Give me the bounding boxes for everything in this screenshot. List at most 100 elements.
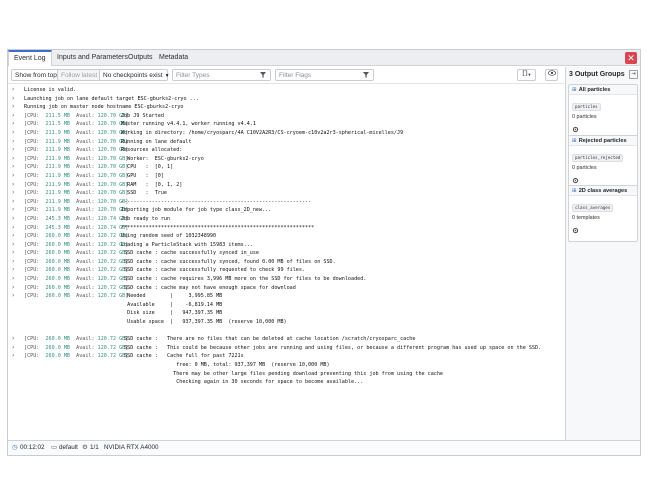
chevron-right-icon[interactable]: › [12, 172, 20, 180]
log-entry [8, 327, 564, 336]
chevron-down-icon: ▼ [527, 72, 532, 77]
output-group-title: 2D class averages [578, 188, 628, 194]
chevron-right-icon[interactable]: › [12, 249, 20, 257]
log-message: Master running v4.4.1, worker running v4… [121, 121, 256, 128]
chevron-right-icon[interactable]: › [12, 146, 20, 154]
log-resource-prefix: [CPU: 260.0 MB Avail: 120.72 GB] [24, 344, 129, 351]
log-resource-prefix: [CPU: 211.9 MB Avail: 120.70 GB] [24, 164, 129, 171]
gear-icon[interactable] [572, 126, 579, 133]
log-resource-prefix: [CPU: 211.9 MB Avail: 120.70 GB] [24, 190, 129, 197]
chevron-right-icon[interactable]: › [12, 258, 20, 266]
log-entry: › [CPU: 211.9 MB Avail: 120.70 GB] GPU : … [8, 172, 564, 181]
log-resource-prefix: [CPU: 260.0 MB Avail: 120.72 GB] [24, 353, 129, 360]
log-resource-prefix: [CPU: 260.0 MB Avail: 120.72 GB] [24, 293, 129, 300]
tab-inputs-and-parameters[interactable]: Inputs and Parameters [52, 50, 133, 66]
log-message: SSD cache : cache successfully requested… [121, 267, 306, 274]
log-entry: › [CPU: 260.0 MB Avail: 120.72 GB] SSD ca… [8, 258, 564, 267]
chevron-right-icon[interactable]: › [12, 155, 20, 163]
chevron-right-icon[interactable]: › [12, 344, 20, 352]
log-resource-prefix: [CPU: 260.0 MB Avail: 120.72 GB] [24, 336, 129, 343]
chevron-right-icon[interactable]: › [12, 163, 20, 171]
log-message: GPU : [0] [121, 172, 164, 179]
chevron-right-icon[interactable]: › [12, 103, 20, 111]
tab-metadata[interactable]: Metadata [154, 50, 193, 66]
log-entry: › Launching job on lane default target ES… [8, 95, 564, 104]
log-resource-prefix: [CPU: 211.9 MB Avail: 120.70 GB] [24, 147, 129, 154]
log-entry: › [CPU: 211.9 MB Avail: 120.70 GB] Resourc… [8, 146, 564, 155]
log-resource-prefix: [CPU: 211.9 MB Avail: 120.70 GB] [24, 138, 129, 145]
chevron-right-icon[interactable]: › [12, 181, 20, 189]
log-entry: › [CPU: 260.0 MB Avail: 120.72 GB] SSD ca… [8, 275, 564, 284]
chevron-right-icon[interactable]: › [12, 266, 20, 274]
chevron-right-icon[interactable]: › [12, 138, 20, 146]
tab-event-log[interactable]: Event Log [8, 50, 52, 66]
chevron-right-icon[interactable]: › [12, 335, 20, 343]
gpu-name: NVIDIA RTX A4000 [104, 444, 159, 451]
log-entry: Disk size | 947,397.35 MB [8, 309, 564, 318]
gear-icon[interactable] [572, 177, 579, 184]
chevron-right-icon[interactable]: › [12, 292, 20, 300]
output-group-tag: class_averages [572, 204, 614, 212]
chevron-right-icon[interactable]: › [12, 224, 20, 232]
gear-icon[interactable] [572, 227, 579, 234]
chevron-right-icon[interactable]: › [12, 241, 20, 249]
filter-flags-placeholder: Filter Flags [279, 72, 312, 79]
filter-types-input[interactable]: Filter Types [172, 69, 271, 81]
log-message: SSD cache : There are no files that can … [121, 336, 416, 343]
output-group-tag: particles [572, 103, 601, 111]
log-entry: There may be other large files pending d… [8, 370, 564, 379]
checkpoints-select-label: No checkpoints exist [103, 72, 163, 79]
close-button[interactable]: ✕ [625, 52, 637, 64]
log-entry: › [CPU: 211.9 MB Avail: 120.70 GB] Worker… [8, 155, 564, 164]
chevron-right-icon[interactable]: › [12, 206, 20, 214]
log-message: There may be other large files pending d… [121, 370, 444, 377]
show-from-top-button[interactable]: Show from top [11, 69, 61, 81]
log-resource-prefix: [CPU: 211.9 MB Avail: 120.70 GB] [24, 207, 129, 214]
chevron-right-icon[interactable]: › [12, 112, 20, 120]
event-log[interactable]: › License is valid. › Launching job on lane… [8, 85, 564, 440]
log-entry: › [CPU: 211.9 MB Avail: 120.70 GB] SSD : … [8, 189, 564, 198]
job-window: Event Log Inputs and Parameters Outputs … [7, 49, 641, 456]
filter-flags-input[interactable]: Filter Flags [275, 69, 374, 81]
elapsed-time: 00:12:02 [20, 444, 45, 451]
chevron-right-icon[interactable]: › [12, 232, 20, 240]
chevron-right-icon[interactable]: › [12, 352, 20, 360]
output-group-card-rejected-particles[interactable]: ⊞ Rejected particles particles_rejected 0… [568, 135, 638, 192]
chevron-right-icon[interactable]: › [12, 198, 20, 206]
log-resource-prefix: [CPU: 260.0 MB Avail: 120.72 GB] [24, 258, 129, 265]
log-resource-prefix: [CPU: 211.9 MB Avail: 120.70 GB] [24, 181, 129, 188]
chevron-right-icon[interactable]: › [12, 129, 20, 137]
output-group-count: 0 particles [572, 165, 597, 171]
log-entry: › [CPU: 211.9 MB Avail: 120.70 GB] RAM : … [8, 181, 564, 190]
log-entry: › [CPU: 211.5 MB Avail: 120.70 GB] Master … [8, 120, 564, 129]
clock-icon: ◷ [12, 444, 18, 451]
log-message: Running job on master node hostname ESC-… [24, 104, 184, 111]
log-entry: Available | -6,819.14 MB [8, 301, 564, 310]
output-group-card-all-particles[interactable]: ⊞ All particles particles 0 particles [568, 84, 638, 141]
chevron-right-icon[interactable]: › [12, 284, 20, 292]
log-entry: › Running job on master node hostname ESC… [8, 103, 564, 112]
chevron-right-icon[interactable]: › [12, 86, 20, 94]
download-log-button[interactable]: ▼ [517, 69, 536, 81]
output-group-card-2d-class-averages[interactable]: ⊞ 2D class averages class_averages 0 temp… [568, 185, 638, 242]
chevron-right-icon[interactable]: › [12, 189, 20, 197]
chevron-right-icon[interactable]: › [12, 215, 20, 223]
log-message: Worker: ESC-gburks2-cryo [121, 155, 204, 162]
chevron-right-icon[interactable]: › [12, 120, 20, 128]
filter-types-placeholder: Filter Types [176, 72, 210, 79]
chevron-right-icon[interactable]: › [12, 275, 20, 283]
log-message: Needed | 3,995.85 MB [121, 293, 223, 300]
collapse-panel-button[interactable]: ⇥ [629, 70, 638, 79]
log-message: Usable space | 937,397.35 MB (reserve 10… [121, 319, 287, 326]
output-groups-panel: 3 Output Groups ⇥ ⊞ All particles particl… [565, 67, 640, 440]
log-message: SSD cache : cache may not have enough sp… [121, 284, 296, 291]
chevron-right-icon[interactable]: › [12, 95, 20, 103]
checkpoints-select[interactable]: No checkpoints exist ▼ [99, 69, 170, 81]
tab-outputs[interactable]: Outputs [123, 50, 158, 66]
follow-latest-button[interactable]: Follow latest [57, 69, 102, 81]
log-resource-prefix: [CPU: 211.9 MB Avail: 120.70 GB] [24, 172, 129, 179]
log-resource-prefix: [CPU: 211.9 MB Avail: 120.70 GB] [24, 129, 129, 136]
view-toggle-button[interactable] [545, 69, 558, 81]
log-entry: › [CPU: 260.0 MB Avail: 120.72 GB] Loading… [8, 241, 564, 250]
log-resource-prefix: [CPU: 260.0 MB Avail: 120.72 GB] [24, 267, 129, 274]
